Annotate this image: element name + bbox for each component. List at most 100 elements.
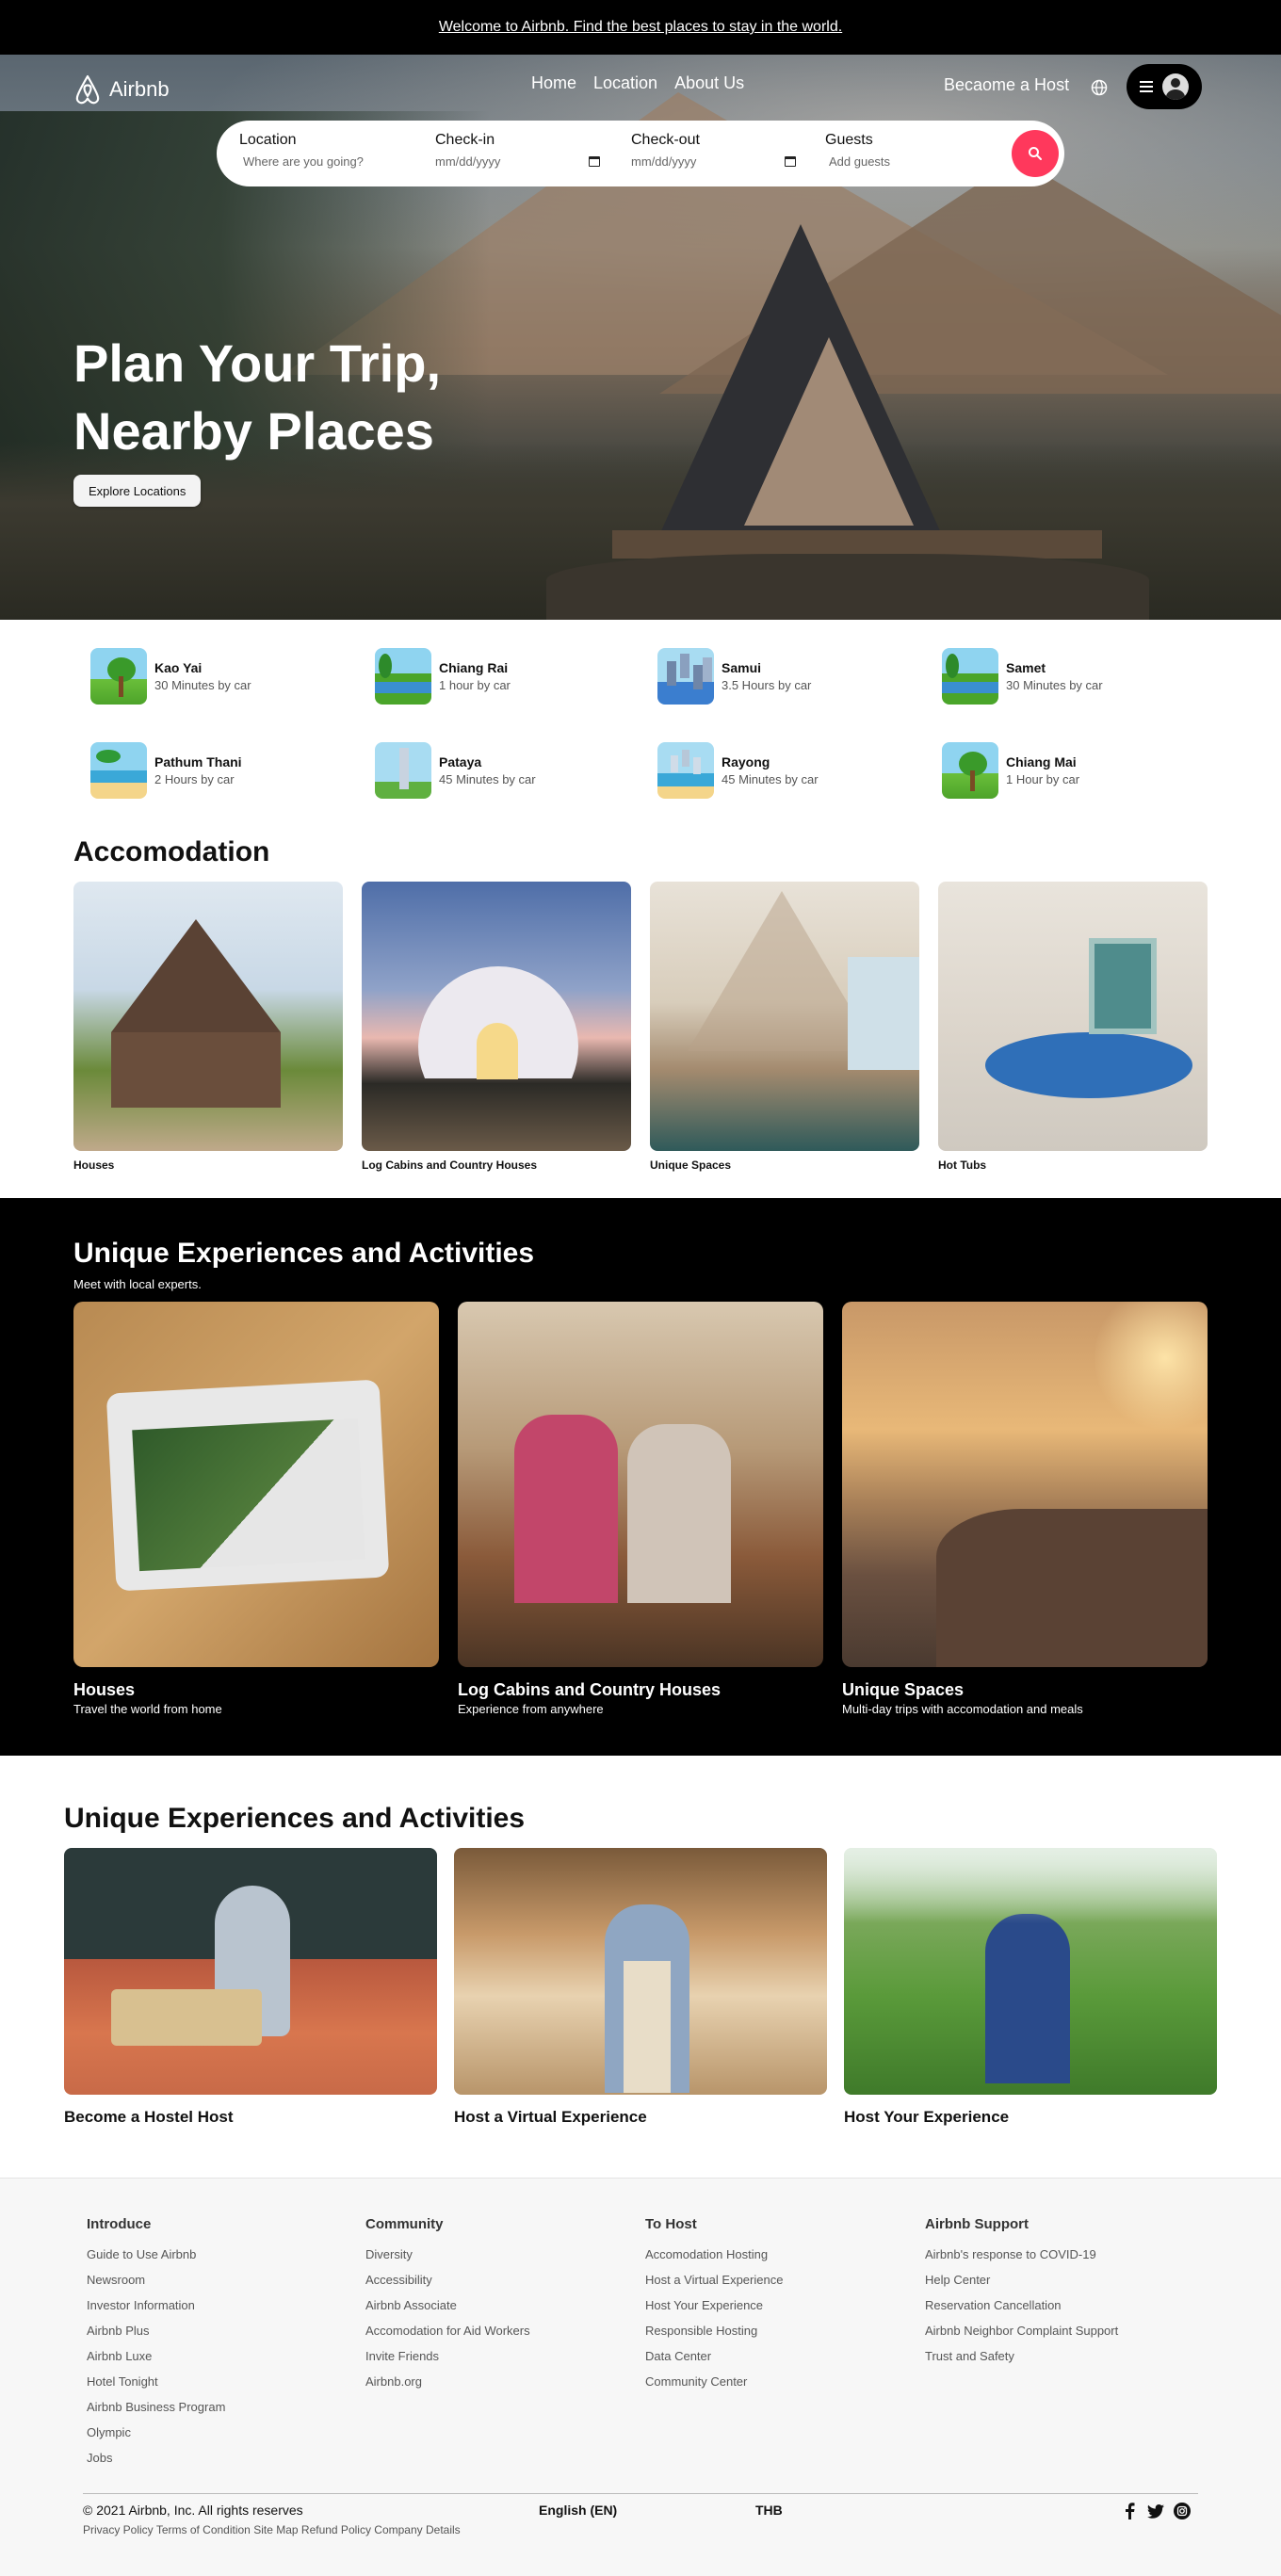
nav-about-us[interactable]: About Us <box>674 73 744 93</box>
guests-field[interactable]: Guests Add guests <box>825 132 985 169</box>
hero-rock <box>546 554 1149 620</box>
footer-link[interactable]: Airbnb's response to COVID-19 <box>925 2242 1198 2267</box>
guests-input[interactable]: Add guests <box>829 154 890 169</box>
footer-link[interactable]: Guide to Use Airbnb <box>87 2242 360 2267</box>
footer-column-title: Airbnb Support <box>925 2216 1029 2232</box>
footer-link[interactable]: Airbnb Business Program <box>87 2394 360 2420</box>
brand-logo[interactable]: Airbnb <box>73 73 170 105</box>
refund-policy-link[interactable]: Refund Policy <box>301 2523 371 2536</box>
place-thumbnail <box>657 742 714 799</box>
footer-link[interactable]: Jobs <box>87 2445 360 2471</box>
place-name: Chiang Rai <box>439 660 509 675</box>
footer-link[interactable]: Host a Virtual Experience <box>645 2267 918 2292</box>
place-name: Samui <box>722 660 762 675</box>
calendar-icon[interactable] <box>785 156 796 167</box>
nav-location[interactable]: Location <box>593 73 657 93</box>
footer-link[interactable]: Airbnb Plus <box>87 2318 360 2343</box>
place-name: Rayong <box>722 754 770 770</box>
footer-link[interactable]: Help Center <box>925 2267 1198 2292</box>
navbar: Airbnb Home Location About Us Becaome a … <box>0 55 1281 186</box>
explore-locations-button[interactable]: Explore Locations <box>73 475 202 507</box>
footer-link[interactable]: Airbnb.org <box>365 2369 639 2394</box>
hosting-card[interactable]: Become a Hostel Host <box>64 1848 437 2127</box>
accommodation-card[interactable]: Houses <box>73 882 343 1172</box>
instagram-icon[interactable] <box>1174 2503 1191 2519</box>
nearby-item[interactable]: Chiang Rai 1 hour by car <box>375 646 620 706</box>
footer-link[interactable]: Reservation Cancellation <box>925 2292 1198 2318</box>
experiences-subtitle: Meet with local experts. <box>73 1277 202 1291</box>
footer-link[interactable]: Host Your Experience <box>645 2292 918 2318</box>
hosting-card[interactable]: Host a Virtual Experience <box>454 1848 827 2127</box>
footer-link[interactable]: Data Center <box>645 2343 918 2369</box>
location-input[interactable]: Where are you going? <box>243 154 364 169</box>
nearby-item[interactable]: Samui 3.5 Hours by car <box>657 646 902 706</box>
footer-link[interactable]: Community Center <box>645 2369 918 2394</box>
experience-card[interactable]: Unique Spaces Multi-day trips with accom… <box>842 1302 1208 1716</box>
site-map-link[interactable]: Site Map <box>253 2523 298 2536</box>
hosting-image <box>64 1848 437 2095</box>
nav-home[interactable]: Home <box>531 73 576 93</box>
experience-card[interactable]: Log Cabins and Country Houses Experience… <box>458 1302 823 1716</box>
privacy-policy-link[interactable]: Privacy Policy <box>83 2523 154 2536</box>
accommodation-image <box>650 882 919 1151</box>
nearby-item[interactable]: Pataya 45 Minutes by car <box>375 740 620 801</box>
footer-link[interactable]: Accessibility <box>365 2267 639 2292</box>
footer-link[interactable]: Newsroom <box>87 2267 360 2292</box>
experience-name: Log Cabins and Country Houses <box>458 1680 722 1699</box>
footer-link[interactable]: Accomodation for Aid Workers <box>365 2318 639 2343</box>
footer-column-title: Introduce <box>87 2216 152 2232</box>
place-thumbnail <box>90 742 147 799</box>
hosting-image <box>844 1848 1217 2095</box>
calendar-icon[interactable] <box>589 156 600 167</box>
footer-link[interactable]: Airbnb Luxe <box>87 2343 360 2369</box>
footer-link[interactable]: Accomodation Hosting <box>645 2242 918 2267</box>
footer-link[interactable]: Invite Friends <box>365 2343 639 2369</box>
hosting-card[interactable]: Host Your Experience <box>844 1848 1217 2127</box>
checkin-input[interactable]: mm/dd/yyyy <box>435 154 500 169</box>
facebook-icon[interactable] <box>1121 2503 1138 2519</box>
legal-links: Privacy Policy Terms of Condition Site M… <box>83 2521 497 2539</box>
search-button[interactable] <box>1012 130 1059 177</box>
experience-card[interactable]: Houses Travel the world from home <box>73 1302 439 1716</box>
footer-link[interactable]: Investor Information <box>87 2292 360 2318</box>
checkout-input[interactable]: mm/dd/yyyy <box>631 154 696 169</box>
globe-icon[interactable] <box>1091 79 1108 96</box>
footer-link[interactable]: Hotel Tonight <box>87 2369 360 2394</box>
twitter-icon[interactable] <box>1147 2503 1164 2519</box>
footer-link[interactable]: Airbnb Associate <box>365 2292 639 2318</box>
place-thumbnail <box>375 742 431 799</box>
avatar-icon <box>1162 73 1189 100</box>
accommodation-caption: Hot Tubs <box>938 1158 987 1172</box>
hamburger-icon <box>1140 81 1153 92</box>
footer-link[interactable]: Airbnb Neighbor Complaint Support <box>925 2318 1198 2343</box>
user-menu-button[interactable] <box>1127 64 1202 109</box>
become-host-link[interactable]: Becaome a Host <box>944 75 1069 95</box>
checkin-field[interactable]: Check-in mm/dd/yyyy <box>435 132 600 169</box>
place-thumbnail <box>942 742 998 799</box>
checkout-field[interactable]: Check-out mm/dd/yyyy <box>631 132 796 169</box>
company-details-link[interactable]: Company Details <box>374 2523 460 2536</box>
footer-link[interactable]: Olympic <box>87 2420 360 2445</box>
banner-link[interactable]: Welcome to Airbnb. Find the best places … <box>439 19 842 36</box>
place-thumbnail <box>375 648 431 705</box>
nearby-item[interactable]: Chiang Mai 1 Hour by car <box>942 740 1187 801</box>
terms-link[interactable]: Terms of Condition <box>156 2523 251 2536</box>
footer-link[interactable]: Diversity <box>365 2242 639 2267</box>
accommodation-card[interactable]: Unique Spaces <box>650 882 919 1172</box>
accommodation-card[interactable]: Log Cabins and Country Houses <box>362 882 631 1172</box>
nearby-item[interactable]: Pathum Thani 2 Hours by car <box>90 740 335 801</box>
currency-selector[interactable]: THB <box>755 2503 783 2518</box>
place-distance: 45 Minutes by car <box>439 772 536 786</box>
hosting-title: Unique Experiences and Activities <box>64 1803 526 1834</box>
location-field[interactable]: Location Where are you going? <box>239 132 418 169</box>
hosting-image <box>454 1848 827 2095</box>
nearby-item[interactable]: Rayong 45 Minutes by car <box>657 740 902 801</box>
nearby-item[interactable]: Samet 30 Minutes by car <box>942 646 1187 706</box>
nearby-item[interactable]: Kao Yai 30 Minutes by car <box>90 646 335 706</box>
language-selector[interactable]: English (EN) <box>539 2503 617 2518</box>
airbnb-logo-icon <box>75 74 100 105</box>
footer-link[interactable]: Responsible Hosting <box>645 2318 918 2343</box>
accommodation-card[interactable]: Hot Tubs <box>938 882 1208 1172</box>
place-name: Pataya <box>439 754 482 770</box>
footer-link[interactable]: Trust and Safety <box>925 2343 1198 2369</box>
